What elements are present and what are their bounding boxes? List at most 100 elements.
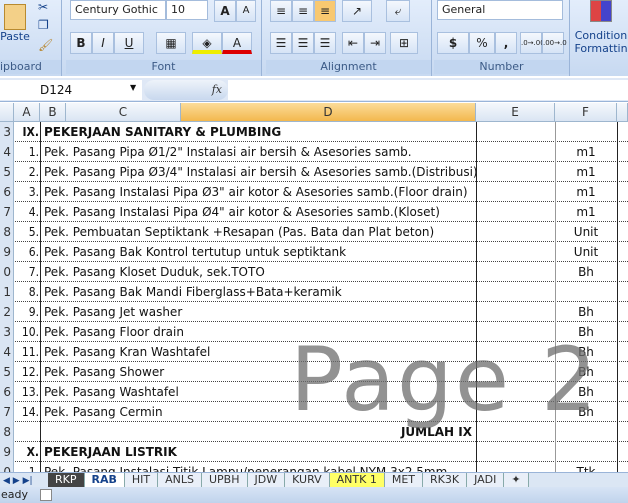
sheet-tab-upbh[interactable]: UPBH	[202, 473, 248, 487]
item-description[interactable]: Pek. Pasang Bak Kontrol tertutup untuk s…	[40, 242, 476, 262]
row-header[interactable]: 0	[0, 262, 14, 282]
conditional-formatting-button[interactable]: Condition Formattin	[574, 0, 628, 60]
column-header-a[interactable]: A	[14, 103, 40, 122]
sheet-tab-anls[interactable]: ANLS	[158, 473, 202, 487]
item-unit[interactable]: m1	[555, 182, 617, 202]
align-left-button[interactable]: ☰	[270, 32, 292, 54]
item-description[interactable]: JUMLAH IX	[40, 422, 476, 442]
item-unit[interactable]: Bh	[555, 382, 617, 402]
row-header[interactable]: 7	[0, 402, 14, 422]
item-description[interactable]: Pek. Pasang Bak Mandi Fiberglass+Bata+ke…	[40, 282, 476, 302]
item-description[interactable]: PEKERJAAN LISTRIK	[40, 442, 476, 462]
item-description[interactable]: Pek. Pasang Washtafel	[40, 382, 476, 402]
comma-button[interactable]: ,	[495, 32, 517, 54]
item-number[interactable]: 3.	[14, 182, 40, 202]
row-header[interactable]: 9	[0, 442, 14, 462]
font-size-select[interactable]: 10	[166, 0, 208, 20]
item-description[interactable]: Pek. Pasang Jet washer	[40, 302, 476, 322]
item-unit[interactable]: m1	[555, 142, 617, 162]
item-unit[interactable]: Unit	[555, 222, 617, 242]
row-header[interactable]: 7	[0, 202, 14, 222]
item-number[interactable]: 11.	[14, 342, 40, 362]
borders-button[interactable]: ▦	[156, 32, 186, 54]
item-number[interactable]: 5.	[14, 222, 40, 242]
item-number[interactable]: 12.	[14, 362, 40, 382]
row-header[interactable]: 8	[0, 422, 14, 442]
item-unit[interactable]: Unit	[555, 242, 617, 262]
row-header[interactable]: 9	[0, 242, 14, 262]
item-unit[interactable]: Bh	[555, 362, 617, 382]
item-number[interactable]: 4.	[14, 202, 40, 222]
item-description[interactable]: PEKERJAAN SANITARY & PLUMBING	[40, 122, 476, 142]
row-header[interactable]: 5	[0, 162, 14, 182]
item-description[interactable]: Pek. Pasang Instalasi Pipa Ø3" air kotor…	[40, 182, 476, 202]
item-number[interactable]: 14.	[14, 402, 40, 422]
item-number[interactable]: 2.	[14, 162, 40, 182]
row-header[interactable]: 8	[0, 222, 14, 242]
name-box[interactable]: D124	[0, 80, 142, 100]
column-header-g[interactable]	[617, 103, 628, 122]
sheet-tab-rab[interactable]: RAB	[84, 473, 125, 487]
item-number[interactable]: 13.	[14, 382, 40, 402]
item-description[interactable]: Pek. Pasang Instalasi Pipa Ø4" air kotor…	[40, 202, 476, 222]
item-number[interactable]: 8.	[14, 282, 40, 302]
item-description[interactable]: Pek. Pasang Pipa Ø3/4" Instalasi air ber…	[40, 162, 476, 182]
sheet-tab-met[interactable]: MET	[384, 473, 424, 487]
wrap-text-button[interactable]: ⤶	[386, 0, 410, 22]
item-number[interactable]: 6.	[14, 242, 40, 262]
shrink-font-button[interactable]: A	[236, 0, 256, 22]
underline-button[interactable]: U	[114, 32, 144, 54]
sheet-tab-hit[interactable]: HIT	[124, 473, 159, 487]
column-header-d[interactable]: D	[181, 103, 476, 122]
row-header[interactable]: 6	[0, 182, 14, 202]
item-unit[interactable]: m1	[555, 202, 617, 222]
row-header[interactable]: 3	[0, 322, 14, 342]
column-header-c[interactable]: C	[66, 103, 181, 122]
decrease-indent-button[interactable]: ⇤	[342, 32, 364, 54]
column-header-e[interactable]: E	[476, 103, 555, 122]
item-description[interactable]: Pek. Pembuatan Septiktank +Resapan (Pas.…	[40, 222, 476, 242]
row-header[interactable]: 6	[0, 382, 14, 402]
item-number[interactable]: IX.	[14, 122, 40, 142]
item-number[interactable]: 9.	[14, 302, 40, 322]
item-unit[interactable]: m1	[555, 162, 617, 182]
item-description[interactable]: Pek. Pasang Shower	[40, 362, 476, 382]
cut-icon[interactable]: ✂	[38, 0, 48, 14]
item-unit[interactable]: Bh	[555, 262, 617, 282]
sheet-tab-rkp[interactable]: RKP	[48, 473, 85, 487]
tab-scroll-buttons[interactable]: ◀ ▶ ▶|	[0, 476, 48, 486]
row-header[interactable]: 3	[0, 122, 14, 142]
row-header[interactable]: 2	[0, 302, 14, 322]
item-number[interactable]: 7.	[14, 262, 40, 282]
italic-button[interactable]: I	[92, 32, 114, 54]
item-number[interactable]: X.	[14, 442, 40, 462]
item-description[interactable]: Pek. Pasang Cermin	[40, 402, 476, 422]
item-description[interactable]: Pek. Pasang Pipa Ø1/2" Instalasi air ber…	[40, 142, 476, 162]
font-name-select[interactable]: Century Gothic	[70, 0, 166, 20]
row-header[interactable]: 4	[0, 342, 14, 362]
sheet-tab-kurv[interactable]: KURV	[285, 473, 330, 487]
item-unit[interactable]: Bh	[555, 402, 617, 422]
sheet-tab-rk3k[interactable]: RK3K	[423, 473, 468, 487]
sheet-tab-jdw[interactable]: JDW	[247, 473, 286, 487]
format-painter-icon[interactable]: 🖌	[38, 38, 53, 52]
item-number[interactable]: 1.	[14, 142, 40, 162]
orientation-button[interactable]: ↗	[342, 0, 372, 22]
align-right-button[interactable]: ☰	[314, 32, 336, 54]
item-number[interactable]: 10.	[14, 322, 40, 342]
grow-font-button[interactable]: A	[214, 0, 236, 22]
align-top-button[interactable]: ≡	[270, 0, 292, 22]
sheet-tab-jadi[interactable]: JADI	[467, 473, 505, 487]
copy-icon[interactable]: ❐	[38, 18, 49, 32]
decrease-decimal-button[interactable]: .00→.0	[542, 32, 567, 54]
item-unit[interactable]: Bh	[555, 342, 617, 362]
formula-input[interactable]	[228, 80, 628, 100]
align-middle-button[interactable]: ≡	[292, 0, 314, 22]
increase-decimal-button[interactable]: .0→.00	[520, 32, 545, 54]
column-header-f[interactable]: F	[555, 103, 617, 122]
item-unit[interactable]: Bh	[555, 322, 617, 342]
insert-sheet-button[interactable]: ✦	[504, 473, 529, 487]
select-all-button[interactable]	[0, 103, 14, 122]
center-button[interactable]: ☰	[292, 32, 314, 54]
font-color-button[interactable]: A	[222, 32, 252, 54]
